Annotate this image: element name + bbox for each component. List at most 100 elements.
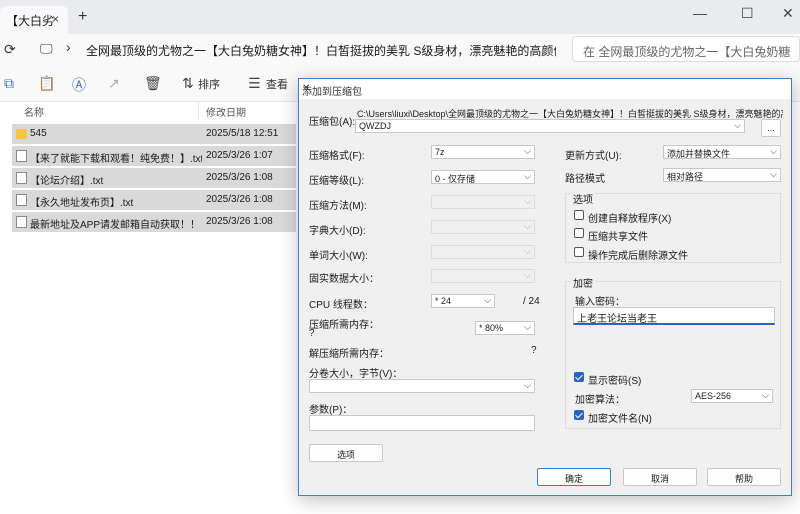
options-button[interactable]: 选项	[309, 444, 383, 462]
chevron-down-icon: ⌵	[762, 390, 769, 400]
breadcrumb-chevron-icon[interactable]: ›	[66, 39, 71, 55]
encrypt-filenames-checkbox[interactable]	[574, 410, 584, 420]
cpu-threads-select[interactable]: * 24 ⌵	[431, 294, 495, 308]
rename-icon[interactable]: Ⓐ	[72, 75, 86, 95]
compress-memory-label: 压缩所需内存：	[309, 320, 379, 331]
update-mode-label: 更新方式(U):	[565, 151, 622, 162]
cpu-threads-max: / 24	[523, 296, 540, 307]
list-item[interactable]: 最新地址及APP请发邮箱自动获取！！！... 2025/3/26 1:08	[12, 212, 296, 232]
path-mode-value: 相对路径	[667, 172, 704, 182]
file-name: 最新地址及APP请发邮箱自动获取！！！...	[30, 220, 202, 231]
dictionary-size-select[interactable]: ⌵	[431, 220, 535, 234]
maximize-button[interactable]: ☐	[741, 5, 754, 22]
method-label: 压缩方法(M):	[309, 201, 367, 212]
memory-usage-select[interactable]: * 80% ⌵	[475, 321, 535, 335]
level-value: 0 - 仅存储	[435, 174, 476, 184]
decompress-memory-label: 解压缩所需内存：	[309, 349, 389, 360]
update-mode-value: 添加并替换文件	[667, 149, 731, 159]
tab-current-folder[interactable]: 【大白劣 ×	[0, 6, 68, 34]
window-close-button[interactable]: ✕	[782, 5, 794, 22]
file-name: 【论坛介绍】.txt	[30, 176, 104, 187]
chevron-down-icon: ⌵	[524, 246, 531, 256]
format-value: 7z	[435, 147, 445, 157]
refresh-icon[interactable]: ⟳	[4, 41, 16, 58]
encryption-method-select[interactable]: AES-256 ⌵	[691, 389, 773, 403]
password-input[interactable]: 上老王论坛当老王	[573, 307, 775, 325]
encryption-method-label: 加密算法：	[575, 395, 625, 406]
this-pc-icon[interactable]: 🖵	[40, 41, 53, 57]
solid-block-size-select[interactable]: ⌵	[431, 269, 535, 283]
dialog-titlebar[interactable]: 添加到压缩包 ✕	[299, 79, 791, 99]
file-date: 2025/5/18 12:51	[206, 128, 279, 139]
list-item[interactable]: 545 2025/5/18 12:51	[12, 124, 296, 144]
method-select[interactable]: ⌵	[431, 195, 535, 209]
ok-button[interactable]: 确定	[537, 468, 611, 486]
solid-block-size-label: 固实数据大小：	[309, 274, 379, 285]
file-date: 2025/3/26 1:08	[206, 216, 273, 227]
sort-icon[interactable]: ⇅	[182, 75, 194, 92]
encryption-method-value: AES-256	[695, 391, 732, 401]
list-item[interactable]: 【来了就能下载和观看！纯免费！】.txt 2025/3/26 1:07	[12, 146, 296, 166]
chevron-down-icon: ⌵	[524, 270, 531, 280]
show-password-checkbox[interactable]	[574, 372, 584, 382]
chevron-down-icon: ⌵	[524, 196, 531, 206]
level-select[interactable]: 0 - 仅存储 ⌵	[431, 170, 535, 184]
password-label: 输入密码：	[575, 297, 625, 308]
compress-memory-value: ?	[309, 328, 315, 339]
delete-after-label: 操作完成后删除源文件	[588, 251, 688, 262]
sort-button[interactable]: 排序	[198, 76, 220, 92]
options-group-title: 选项	[571, 191, 595, 206]
memory-usage-value: * 80%	[479, 323, 504, 333]
chevron-down-icon: ⌵	[524, 380, 531, 390]
new-tab-button[interactable]: +	[78, 8, 87, 26]
decompress-memory-value: ?	[531, 345, 537, 356]
search-input[interactable]: 在 全网最顶级的尤物之一【大白兔奶糖	[572, 36, 800, 62]
compress-shared-label: 压缩共享文件	[588, 232, 648, 243]
view-button[interactable]: 查看	[266, 76, 288, 92]
archive-label: 压缩包(A):	[309, 117, 356, 128]
help-button[interactable]: 帮助	[707, 468, 781, 486]
column-separator[interactable]	[198, 102, 199, 120]
chevron-down-icon: ⌵	[770, 146, 777, 156]
delete-after-checkbox[interactable]	[574, 247, 584, 257]
paste-icon[interactable]: 📋	[38, 75, 55, 92]
format-select[interactable]: 7z ⌵	[431, 145, 535, 159]
copy-icon[interactable]: ⧉	[4, 75, 14, 92]
cancel-button[interactable]: 取消	[623, 468, 697, 486]
breadcrumb-path[interactable]: 全网最顶级的尤物之一【大白兔奶糖女神】！白皙挺拔的美乳 S级身材，漂亮魅艳的高颜…	[86, 42, 556, 59]
chevron-down-icon: ⌵	[524, 221, 531, 231]
parameters-input[interactable]	[309, 415, 535, 431]
create-sfx-label: 创建自释放程序(X)	[588, 214, 672, 225]
file-name: 【永久地址发布页】.txt	[30, 198, 134, 209]
add-to-archive-dialog: 添加到压缩包 ✕ 压缩包(A): C:\Users\liuxi\Desktop\…	[298, 78, 792, 496]
text-file-icon	[16, 172, 27, 184]
compress-shared-checkbox[interactable]	[574, 228, 584, 238]
cpu-threads-value: * 24	[435, 296, 452, 306]
chevron-down-icon: ⌵	[484, 295, 491, 305]
minimize-button[interactable]: —	[693, 5, 707, 21]
explorer-titlebar: 【大白劣 × + — ☐ ✕	[0, 0, 800, 34]
level-label: 压缩等级(L):	[309, 176, 364, 187]
share-icon[interactable]: ↗	[108, 75, 120, 92]
list-item[interactable]: 【永久地址发布页】.txt 2025/3/26 1:08	[12, 190, 296, 210]
update-mode-select[interactable]: 添加并替换文件 ⌵	[663, 145, 781, 159]
dialog-close-icon[interactable]: ✕	[302, 83, 783, 94]
tab-close-icon[interactable]: ×	[52, 12, 59, 26]
column-header-name[interactable]: 名称	[24, 102, 44, 120]
archive-name-combo[interactable]: QWZDJ ⌵	[355, 119, 745, 133]
column-header-modified[interactable]: 修改日期	[206, 102, 246, 120]
browse-button[interactable]: ...	[761, 119, 781, 137]
path-mode-select[interactable]: 相对路径 ⌵	[663, 168, 781, 182]
chevron-down-icon: ⌵	[524, 146, 531, 156]
create-sfx-checkbox[interactable]	[574, 210, 584, 220]
word-size-label: 单词大小(W):	[309, 251, 368, 262]
file-date: 2025/3/26 1:08	[206, 172, 273, 183]
split-volume-select[interactable]: ⌵	[309, 379, 535, 393]
archive-name-value: QWZDJ	[359, 121, 391, 131]
text-file-icon	[16, 150, 27, 162]
word-size-select[interactable]: ⌵	[431, 245, 535, 259]
delete-icon[interactable]: 🗑	[144, 75, 162, 92]
list-item[interactable]: 【论坛介绍】.txt 2025/3/26 1:08	[12, 168, 296, 188]
view-icon[interactable]: ☰	[248, 75, 261, 92]
chevron-down-icon[interactable]: ⌵	[734, 120, 741, 131]
